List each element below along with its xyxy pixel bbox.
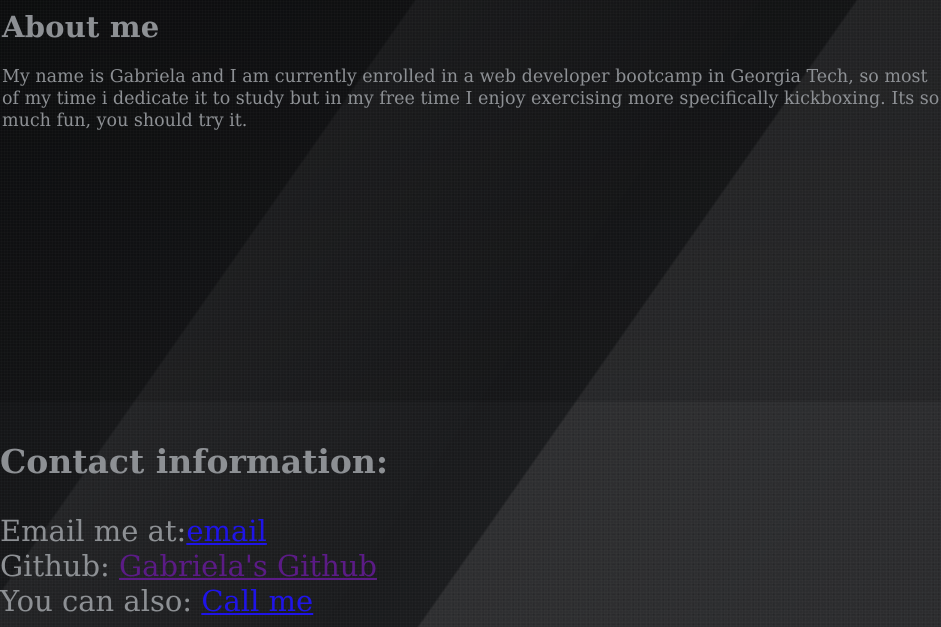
about-section: About me My name is Gabriela and I am cu… bbox=[0, 0, 941, 402]
contact-lines: Email me at:email Github: Gabriela's Git… bbox=[0, 514, 941, 619]
phone-label: You can also: bbox=[0, 584, 202, 618]
github-link[interactable]: Gabriela's Github bbox=[119, 549, 377, 583]
about-paragraph: My name is Gabriela and I am currently e… bbox=[2, 67, 940, 131]
email-label: Email me at: bbox=[0, 514, 187, 548]
github-line: Github: Gabriela's Github bbox=[0, 549, 941, 584]
contact-heading: Contact information: bbox=[0, 442, 389, 481]
phone-line: You can also: Call me bbox=[0, 584, 941, 619]
about-heading: About me bbox=[2, 10, 160, 44]
email-link[interactable]: email bbox=[186, 514, 267, 548]
page-content: About me My name is Gabriela and I am cu… bbox=[0, 0, 941, 619]
contact-section: Contact information: Email me at:email G… bbox=[0, 402, 941, 619]
call-me-link[interactable]: Call me bbox=[201, 584, 313, 618]
email-line: Email me at:email bbox=[0, 514, 941, 549]
github-label: Github: bbox=[0, 549, 120, 583]
